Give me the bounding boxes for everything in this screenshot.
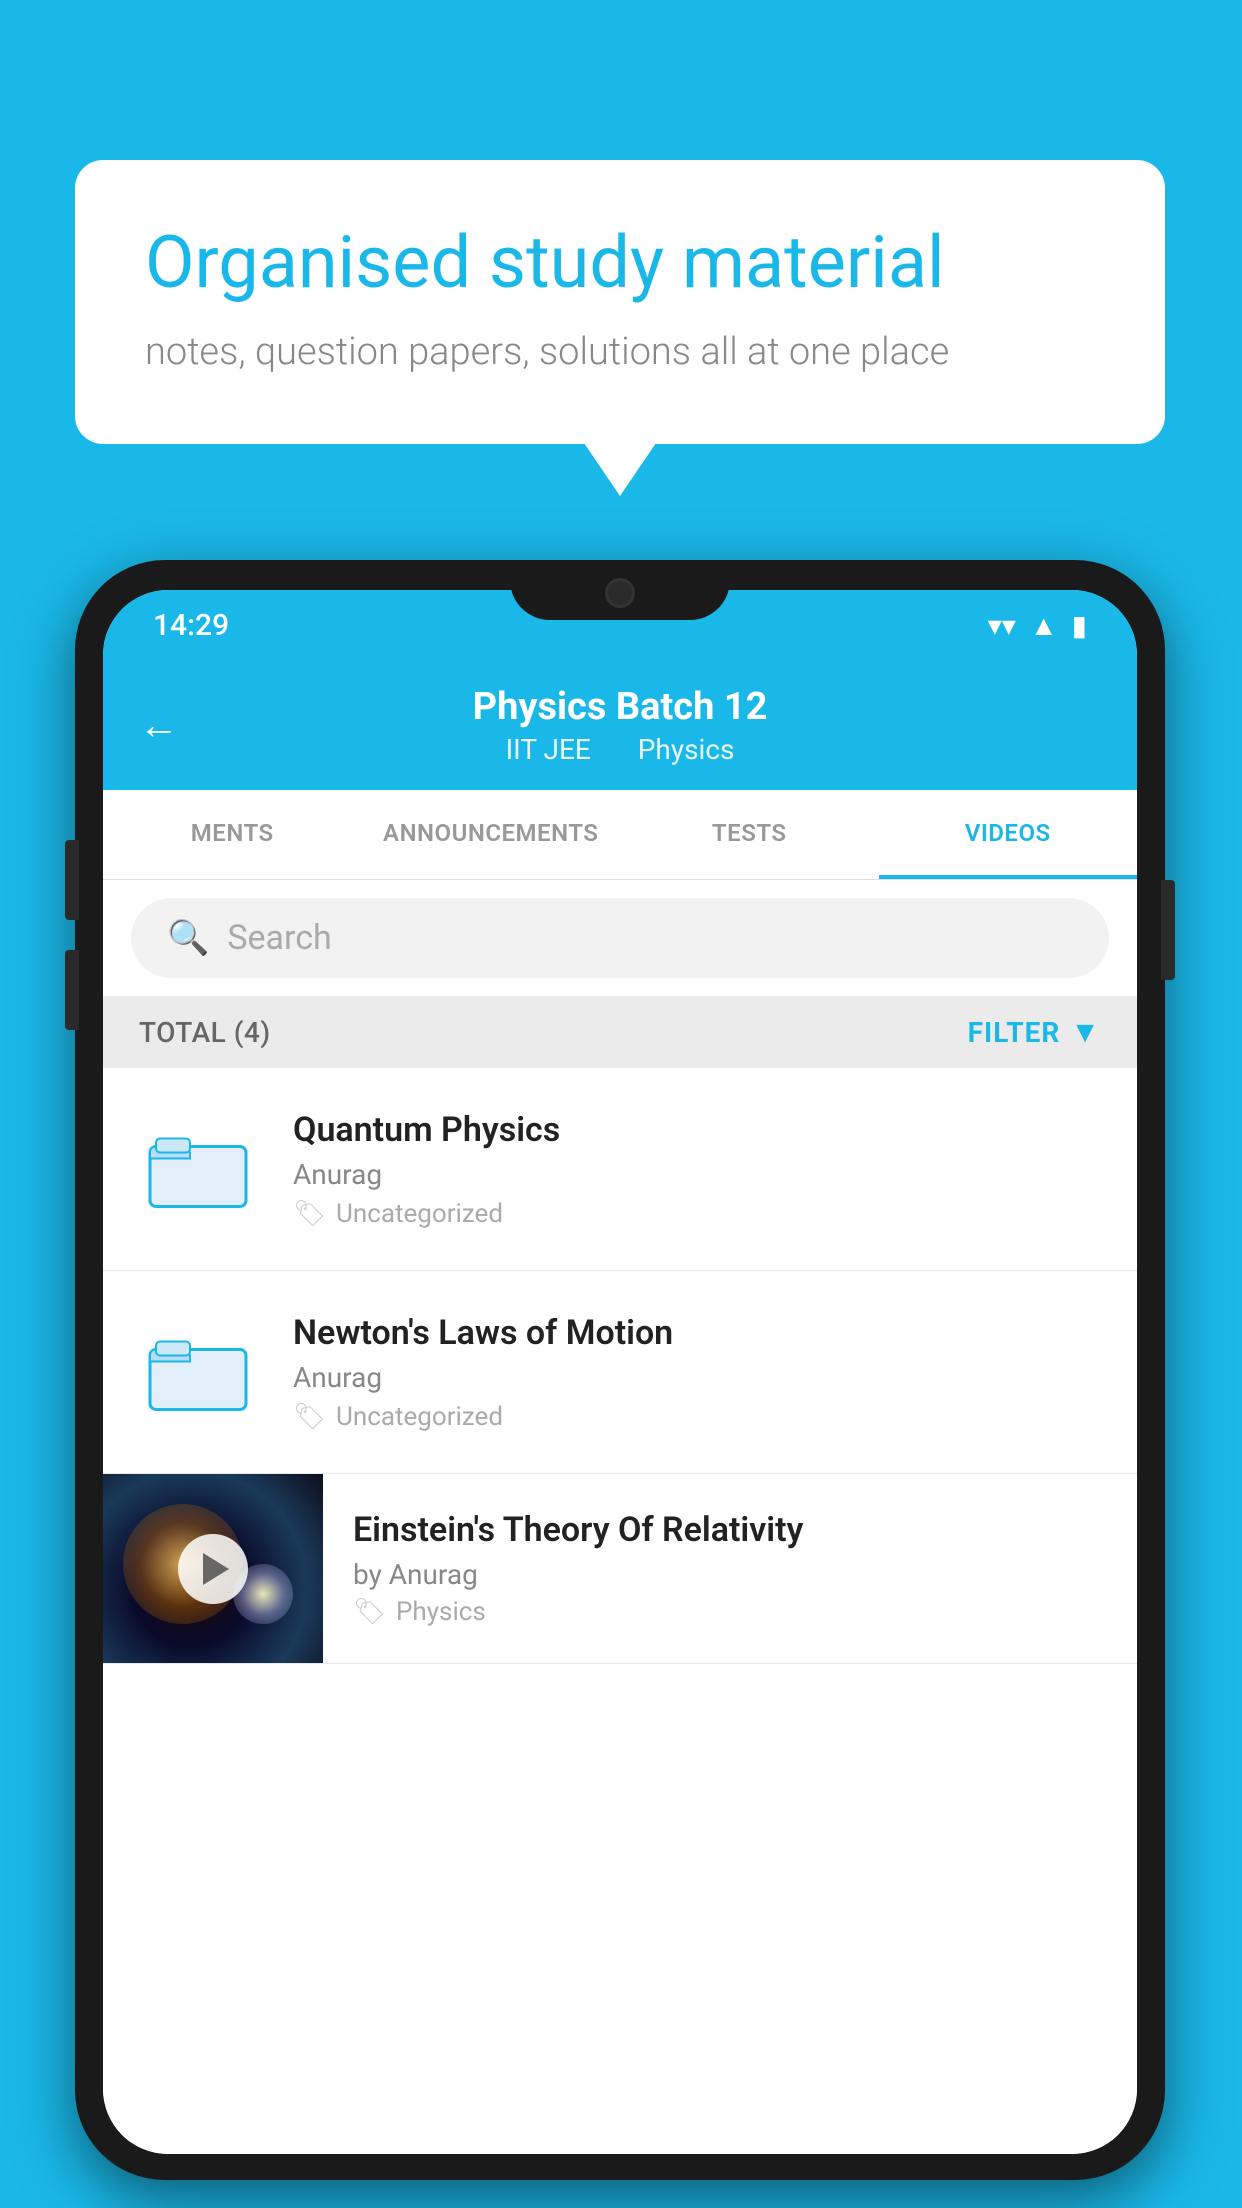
status-time: 14:29 <box>153 608 229 643</box>
list-item[interactable]: Newton's Laws of Motion Anurag 🏷 Uncateg… <box>103 1271 1137 1474</box>
phone-frame: 14:29 ▾▾ ▲ ▮ ← Physics Batch 12 IIT JEE … <box>75 560 1165 2180</box>
tag-icon: 🏷 <box>293 1402 326 1432</box>
video-tag: 🏷 Uncategorized <box>293 1402 1107 1432</box>
wifi-icon: ▾▾ <box>988 609 1016 642</box>
subtitle-iit: IIT JEE <box>506 733 591 766</box>
subtitle-physics: Physics <box>638 733 735 766</box>
back-button[interactable]: ← <box>139 702 179 749</box>
folder-icon-wrap <box>133 1307 263 1437</box>
video-title: Einstein's Theory Of Relativity <box>353 1510 1107 1550</box>
video-tag: 🏷 Physics <box>353 1597 1107 1627</box>
volume-down-button[interactable] <box>65 950 79 1030</box>
filter-funnel-icon: ▼ <box>1070 1015 1101 1050</box>
folder-icon <box>148 1124 248 1214</box>
video-title: Newton's Laws of Motion <box>293 1313 1107 1353</box>
total-count: TOTAL (4) <box>139 1016 271 1049</box>
signal-icon: ▲ <box>1030 609 1058 642</box>
tag-label: Physics <box>396 1597 486 1627</box>
search-icon: 🔍 <box>167 918 209 958</box>
filter-bar: TOTAL (4) FILTER ▼ <box>103 996 1137 1068</box>
video-author: by Anurag <box>353 1558 1107 1591</box>
battery-icon: ▮ <box>1072 609 1087 642</box>
volume-up-button[interactable] <box>65 840 79 920</box>
video-info: Einstein's Theory Of Relativity by Anura… <box>353 1490 1107 1647</box>
header-title: Physics Batch 12 <box>473 685 768 729</box>
tab-announcements[interactable]: ANNOUNCEMENTS <box>362 790 621 879</box>
folder-icon-wrap <box>133 1104 263 1234</box>
video-tag: 🏷 Uncategorized <box>293 1199 1107 1229</box>
video-author: Anurag <box>293 1158 1107 1191</box>
phone-notch <box>510 560 730 620</box>
filter-button[interactable]: FILTER ▼ <box>968 1015 1101 1050</box>
list-item[interactable]: Quantum Physics Anurag 🏷 Uncategorized <box>103 1068 1137 1271</box>
video-thumbnail <box>103 1474 323 1664</box>
tag-icon: 🏷 <box>353 1597 386 1627</box>
search-bar-wrap: 🔍 Search <box>103 880 1137 996</box>
video-list: Quantum Physics Anurag 🏷 Uncategorized <box>103 1068 1137 2154</box>
video-title: Quantum Physics <box>293 1110 1107 1150</box>
tab-videos[interactable]: VIDEOS <box>879 790 1138 879</box>
search-placeholder: Search <box>227 918 331 958</box>
tabs-bar: MENTS ANNOUNCEMENTS TESTS VIDEOS <box>103 790 1137 880</box>
status-icons: ▾▾ ▲ ▮ <box>988 609 1087 642</box>
filter-label: FILTER <box>968 1016 1061 1049</box>
play-button[interactable] <box>178 1534 248 1604</box>
play-triangle-icon <box>203 1553 229 1585</box>
search-bar[interactable]: 🔍 Search <box>131 898 1109 978</box>
speech-bubble: Organised study material notes, question… <box>75 160 1165 444</box>
phone-wrapper: 14:29 ▾▾ ▲ ▮ ← Physics Batch 12 IIT JEE … <box>75 560 1165 2180</box>
app-header: ← Physics Batch 12 IIT JEE Physics <box>103 660 1137 790</box>
header-subtitle: IIT JEE Physics <box>496 733 745 766</box>
front-camera <box>605 578 635 608</box>
screen-content: ← Physics Batch 12 IIT JEE Physics MENTS… <box>103 660 1137 2154</box>
tab-tests[interactable]: TESTS <box>620 790 879 879</box>
tab-ments[interactable]: MENTS <box>103 790 362 879</box>
list-item[interactable]: Einstein's Theory Of Relativity by Anura… <box>103 1474 1137 1664</box>
video-info: Newton's Laws of Motion Anurag 🏷 Uncateg… <box>293 1313 1107 1432</box>
power-button[interactable] <box>1161 880 1175 980</box>
bubble-subtitle: notes, question papers, solutions all at… <box>145 330 1095 374</box>
video-info: Quantum Physics Anurag 🏷 Uncategorized <box>293 1110 1107 1229</box>
tag-icon: 🏷 <box>293 1199 326 1229</box>
tag-label: Uncategorized <box>336 1402 503 1432</box>
video-author: Anurag <box>293 1361 1107 1394</box>
tag-label: Uncategorized <box>336 1199 503 1229</box>
folder-icon <box>148 1327 248 1417</box>
bubble-title: Organised study material <box>145 220 1095 306</box>
phone-screen: 14:29 ▾▾ ▲ ▮ ← Physics Batch 12 IIT JEE … <box>103 590 1137 2154</box>
